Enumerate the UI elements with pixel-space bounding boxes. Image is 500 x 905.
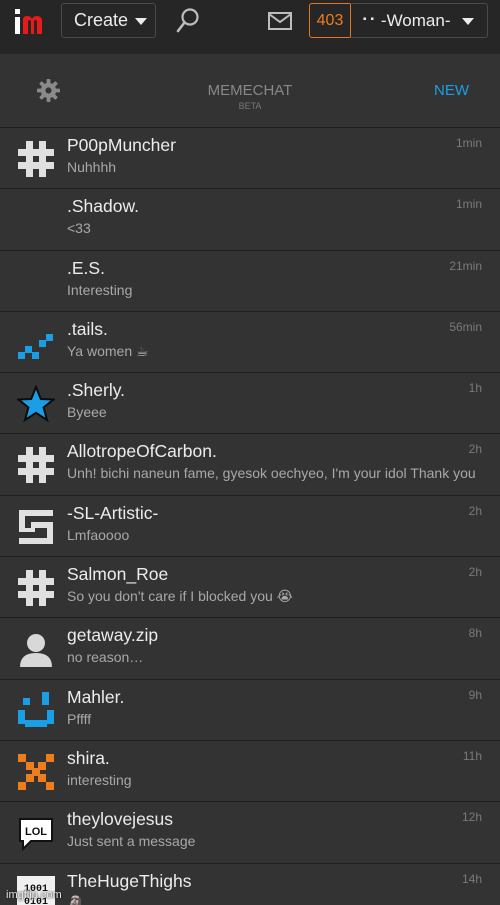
blue-zigzag-icon	[17, 324, 55, 362]
chat-timestamp: 56min	[449, 319, 482, 334]
chat-row[interactable]: -SL-Artistic- Lmfaoooo 2h	[0, 495, 500, 558]
memechat-header: MEMECHAT BETA NEW	[0, 54, 500, 128]
chat-name: Salmon_Roe	[67, 564, 169, 585]
chat-timestamp: 2h	[468, 503, 482, 518]
chat-timestamp: 2h	[468, 442, 482, 457]
chat-timestamp: 12h	[461, 810, 482, 825]
chat-name: AllotropeOfCarbon.	[67, 441, 217, 462]
hash-white-icon	[17, 446, 55, 484]
hash-white-icon	[17, 569, 55, 607]
chat-row[interactable]: 1001 0101 TheHugeThighs 🗿 14h	[0, 863, 500, 905]
chat-name: shira.	[67, 747, 110, 768]
chat-name: .tails.	[67, 318, 108, 339]
chat-name: TheHugeThighs	[67, 870, 192, 891]
memechat-title: MEMECHAT	[207, 82, 293, 99]
chat-last-message: <33	[67, 220, 91, 237]
svg-text:LOL: LOL	[25, 826, 47, 838]
chat-timestamp: 2h	[468, 565, 482, 580]
hash-white-icon	[17, 140, 55, 178]
chat-row[interactable]: getaway.zip no reason… 8h	[0, 618, 500, 680]
chat-row[interactable]: .tails. Ya women ☕ 56min	[0, 311, 500, 374]
chat-last-message: Interesting	[67, 281, 133, 298]
lol-bubble-icon: LOL	[17, 814, 55, 852]
user-menu-button[interactable]: ⠐⠂-Woman-	[350, 3, 488, 38]
chat-name: theylovejesus	[67, 809, 174, 830]
chat-name: .E.S.	[67, 257, 105, 278]
chat-last-message: Lmfaoooo	[67, 526, 130, 543]
chat-timestamp: 14h	[461, 871, 482, 886]
blue-face-icon	[17, 691, 55, 730]
top-bar: Create 403 ⠐⠂-Woman-	[0, 0, 500, 42]
default-user-icon	[17, 630, 55, 668]
chat-last-message: Pffff	[67, 710, 92, 727]
chat-row[interactable]: .E.S. Interesting 21min	[0, 250, 500, 312]
chat-timestamp: 1h	[468, 381, 482, 396]
imgflip-logo-icon[interactable]	[13, 8, 49, 36]
chat-list: P00pMuncher Nuhhhh 1min .Shadow. <33 1min .E.S…	[0, 128, 500, 905]
blue-star-icon	[15, 384, 57, 423]
watermark: imgflip.com	[6, 889, 62, 901]
chat-name: .Shadow.	[67, 196, 139, 217]
chevron-down-icon	[461, 18, 474, 25]
chat-row[interactable]: Salmon_Roe So you don't care if I blocked…	[0, 557, 500, 619]
chat-row[interactable]: shira. interesting 11h	[0, 740, 500, 803]
chat-row[interactable]: Mahler. Pffff 9h	[0, 679, 500, 741]
chat-name: .Sherly.	[67, 380, 126, 401]
chat-name: getaway.zip	[67, 625, 159, 646]
chat-last-message: So you don't care if I blocked you 😭	[67, 588, 294, 605]
username-label: ⠐⠂-Woman-	[356, 10, 451, 30]
chat-row[interactable]: LOL theylovejesus Just sent a message 12h	[0, 802, 500, 864]
chat-timestamp: 1min	[455, 136, 482, 150]
create-label: Create	[74, 10, 129, 30]
chat-last-message: interesting	[67, 771, 132, 788]
chat-last-message: Ya women ☕	[67, 342, 149, 359]
chat-last-message: Unh! bichi naneun fame, gyesok oechyeo, …	[67, 465, 476, 482]
memechat-beta-label: BETA	[238, 101, 262, 111]
chat-name: -SL-Artistic-	[67, 502, 159, 523]
new-chat-button[interactable]: NEW	[434, 82, 469, 99]
chat-last-message: Just sent a message	[67, 833, 196, 850]
chat-row[interactable]: .Shadow. <33 1min	[0, 189, 500, 251]
orange-x-icon	[17, 753, 55, 791]
chat-last-message: Byeee	[67, 404, 107, 421]
chat-row[interactable]: .Sherly. Byeee 1h	[0, 373, 500, 435]
create-button[interactable]: Create	[61, 3, 156, 38]
swirl-white-icon	[17, 508, 55, 546]
chat-timestamp: 9h	[468, 687, 482, 702]
chat-timestamp: 8h	[468, 626, 482, 641]
chat-name: P00pMuncher	[67, 135, 176, 155]
chat-name: Mahler.	[67, 686, 125, 707]
chevron-down-icon	[135, 18, 148, 25]
chat-last-message: no reason…	[67, 649, 144, 666]
chat-row[interactable]: AllotropeOfCarbon. Unh! bichi naneun fame…	[0, 434, 500, 496]
chat-last-message: Nuhhhh	[67, 159, 117, 175]
mail-icon[interactable]	[267, 11, 293, 31]
chat-timestamp: 11h	[462, 748, 482, 763]
chat-row[interactable]: P00pMuncher Nuhhhh 1min	[0, 128, 500, 190]
chat-last-message: 🗿	[67, 894, 85, 905]
chat-timestamp: 1min	[455, 197, 482, 212]
points-badge[interactable]: 403	[309, 3, 351, 38]
points-value: 403	[316, 11, 344, 29]
chat-timestamp: 21min	[449, 258, 482, 273]
search-icon[interactable]	[175, 7, 201, 35]
